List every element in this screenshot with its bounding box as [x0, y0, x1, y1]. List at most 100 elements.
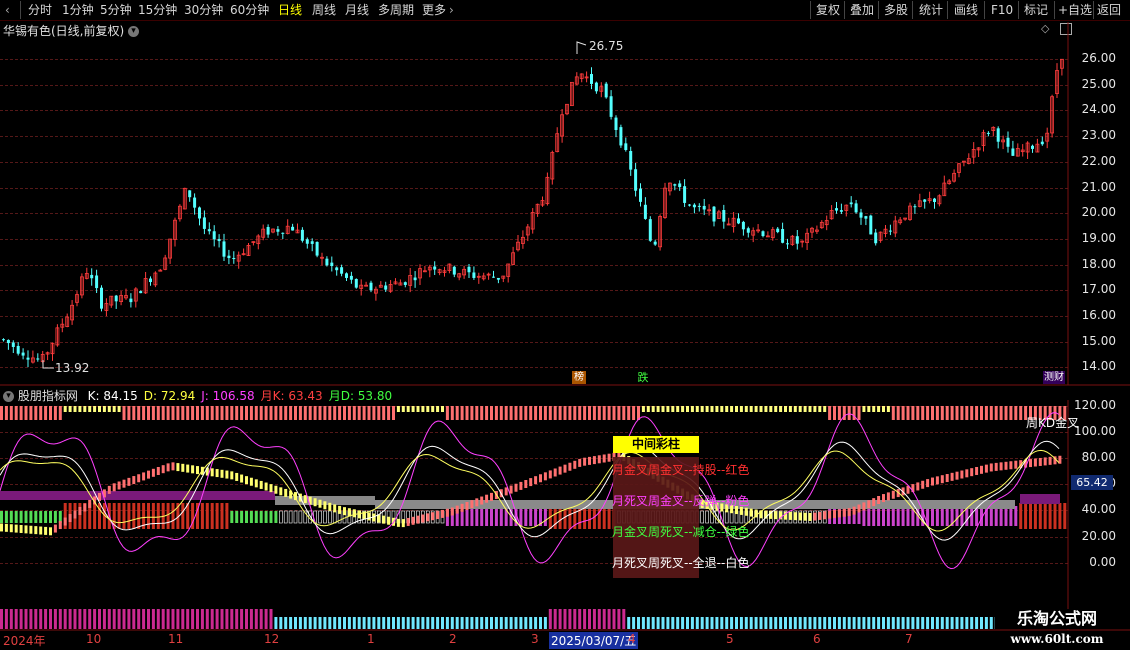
oscillator-bar	[450, 507, 454, 516]
bottom-strip-bar	[445, 617, 449, 629]
top-strip-bar	[940, 406, 944, 420]
oscillator-bar	[34, 526, 38, 535]
oscillator-bar	[970, 468, 974, 477]
bottom-strip-bar	[196, 609, 199, 629]
bottom-strip-bar	[377, 617, 381, 629]
top-strip-bar	[127, 406, 131, 420]
top-strip-bar	[421, 406, 425, 412]
signal-column	[19, 511, 23, 523]
top-strip-bar	[886, 406, 890, 412]
oscillator-bar	[333, 504, 337, 513]
top-strip-bar	[63, 406, 67, 412]
top-strip-bar	[39, 406, 43, 420]
top-strip-bar	[573, 406, 577, 420]
bottom-strip-bar	[509, 617, 513, 629]
oscillator-bar	[142, 472, 146, 481]
signal-column	[151, 503, 155, 529]
top-strip-bar	[744, 406, 748, 412]
signal-column	[724, 510, 729, 524]
top-strip-bar	[58, 406, 62, 420]
bottom-strip-bar	[759, 617, 763, 629]
oscillator-bar	[44, 526, 48, 535]
signal-column	[78, 503, 82, 529]
bottom-strip-bar	[98, 609, 101, 629]
bottom-strip-bar	[695, 617, 699, 629]
top-strip-bar	[401, 406, 405, 412]
top-strip-bar	[808, 406, 812, 412]
legend-line: 月死叉周死叉--全退--白色	[612, 556, 750, 570]
bottom-strip-bar	[935, 617, 939, 629]
bottom-strip-bar	[818, 617, 822, 629]
top-strip-bar	[906, 406, 910, 420]
top-strip-bar	[4, 406, 8, 420]
oscillator-bar	[338, 505, 342, 514]
top-strip-bar	[323, 406, 327, 420]
bottom-strip-bar	[318, 617, 322, 629]
top-strip-bar	[818, 406, 822, 412]
top-strip-bar	[29, 406, 33, 420]
bottom-strip-bar	[774, 617, 778, 629]
bottom-strip-bar	[494, 617, 498, 629]
signal-column	[1029, 503, 1032, 529]
top-strip-bar	[377, 406, 381, 420]
bottom-strip-bar	[891, 617, 895, 629]
top-strip-bar	[338, 406, 342, 420]
oscillator-bar	[220, 469, 224, 478]
top-strip-bar	[646, 406, 650, 412]
bottom-strip-bar	[568, 609, 572, 629]
top-strip-bar	[142, 406, 146, 420]
oscillator-bar	[921, 480, 925, 489]
oscillator-bar	[504, 487, 508, 496]
top-strip-bar	[445, 406, 449, 420]
top-strip-bar	[514, 406, 518, 420]
oscillator-bar	[833, 510, 836, 519]
oscillator-bar	[558, 466, 562, 475]
oscillator-bar	[828, 510, 832, 519]
bottom-strip-bar	[813, 617, 817, 629]
signal-column	[44, 511, 48, 523]
top-strip-bar	[347, 406, 351, 420]
indicator-chart[interactable]	[0, 0, 1130, 650]
bottom-strip-bar	[68, 609, 72, 629]
oscillator-bar	[842, 508, 846, 517]
bottom-strip-bar	[220, 609, 224, 629]
legend-line: 月金叉周死叉--减仓--绿色	[612, 525, 750, 539]
top-strip-bar	[617, 406, 621, 420]
legend-line: 月死叉周金叉--反弹--粉色	[612, 494, 750, 508]
top-strip-bar	[710, 406, 714, 412]
bottom-strip-bar	[210, 609, 214, 629]
top-strip-bar	[656, 406, 660, 412]
weekly-kd-cross-annotation: 周KD金叉	[1026, 416, 1080, 430]
monthly-band	[1020, 494, 1060, 504]
oscillator-bar	[254, 479, 258, 488]
oscillator-bar	[156, 466, 160, 475]
top-strip-bar	[529, 406, 533, 420]
oscillator-bar	[519, 481, 523, 490]
top-strip-bar	[98, 406, 101, 412]
oscillator-bar	[421, 514, 425, 523]
top-strip-bar	[597, 406, 601, 420]
bottom-strip-bar	[475, 617, 479, 629]
oscillator-bar	[249, 477, 253, 486]
bottom-strip-bar	[617, 609, 621, 629]
top-strip-bar	[107, 406, 111, 412]
oscillator-bar	[862, 502, 866, 511]
top-strip-bar	[289, 406, 293, 420]
signal-column	[200, 503, 204, 529]
bottom-strip-bar	[975, 617, 979, 629]
oscillator-bar	[602, 454, 606, 463]
top-strip-bar	[24, 406, 28, 420]
top-strip-bar	[563, 406, 567, 420]
oscillator-bar	[68, 514, 72, 523]
top-strip-bar	[1009, 406, 1013, 420]
oscillator-bar	[1033, 458, 1037, 467]
oscillator-bar	[588, 456, 591, 465]
oscillator-bar	[803, 512, 807, 521]
oscillator-bar	[837, 509, 841, 518]
bottom-strip-bar	[303, 617, 307, 629]
top-strip-bar	[980, 406, 983, 420]
top-strip-bar	[877, 406, 881, 412]
bottom-strip-bar	[504, 617, 508, 629]
top-strip-bar	[475, 406, 479, 420]
date-tick-label: 2024年	[3, 634, 46, 648]
